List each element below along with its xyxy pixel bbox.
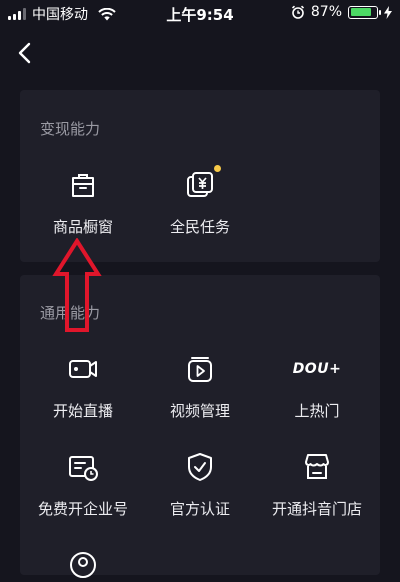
store-icon	[305, 454, 329, 479]
notification-dot	[214, 165, 221, 172]
enterprise-account-label: 免费开企业号	[37, 500, 128, 518]
back-button[interactable]	[14, 40, 38, 66]
start-live-item[interactable]: 开始直播	[23, 352, 143, 421]
dou-plus-logo: DOU+	[292, 361, 342, 377]
battery-fill	[350, 8, 372, 16]
shop-window-icon	[72, 174, 94, 197]
task-label: 全民任务	[169, 218, 230, 236]
task-yen-icon	[183, 165, 221, 202]
video-manage-icon	[188, 357, 212, 382]
task-item[interactable]: 全民任务	[140, 165, 260, 237]
official-verify-label: 官方认证	[169, 500, 230, 518]
status-right: 87%	[291, 4, 392, 20]
charging-icon	[384, 5, 392, 19]
video-manage-label: 视频管理	[169, 402, 230, 420]
partial-item[interactable]	[23, 548, 143, 582]
video-manage-item[interactable]: 视频管理	[140, 352, 260, 421]
live-camera-icon	[69, 360, 97, 378]
shield-check-icon	[188, 453, 212, 481]
start-live-label: 开始直播	[52, 402, 113, 420]
dou-plus-icon: DOU+	[287, 352, 347, 386]
enterprise-account-icon	[69, 456, 98, 481]
dou-plus-label: 上热门	[294, 402, 340, 420]
store-label: 开通抖音门店	[271, 500, 362, 518]
official-verify-item[interactable]: 官方认证	[140, 450, 260, 519]
status-bar: 中国移动 上午9:54 87%	[0, 0, 400, 26]
red-up-arrow	[52, 238, 102, 332]
battery-percent: 87%	[310, 4, 342, 20]
shop-window-item[interactable]: 商品橱窗	[23, 168, 143, 237]
section-title: 变现能力	[40, 120, 101, 138]
alarm-icon	[291, 5, 304, 19]
enterprise-account-item[interactable]: 免费开企业号	[23, 450, 143, 519]
location-icon	[70, 552, 96, 578]
monetization-section: 变现能力 商品橱窗 全民任务	[20, 90, 380, 262]
battery-icon	[348, 5, 381, 19]
dou-plus-item[interactable]: DOU+ 上热门	[257, 352, 377, 421]
store-item[interactable]: 开通抖音门店	[257, 450, 377, 519]
shop-window-label: 商品橱窗	[52, 218, 113, 236]
